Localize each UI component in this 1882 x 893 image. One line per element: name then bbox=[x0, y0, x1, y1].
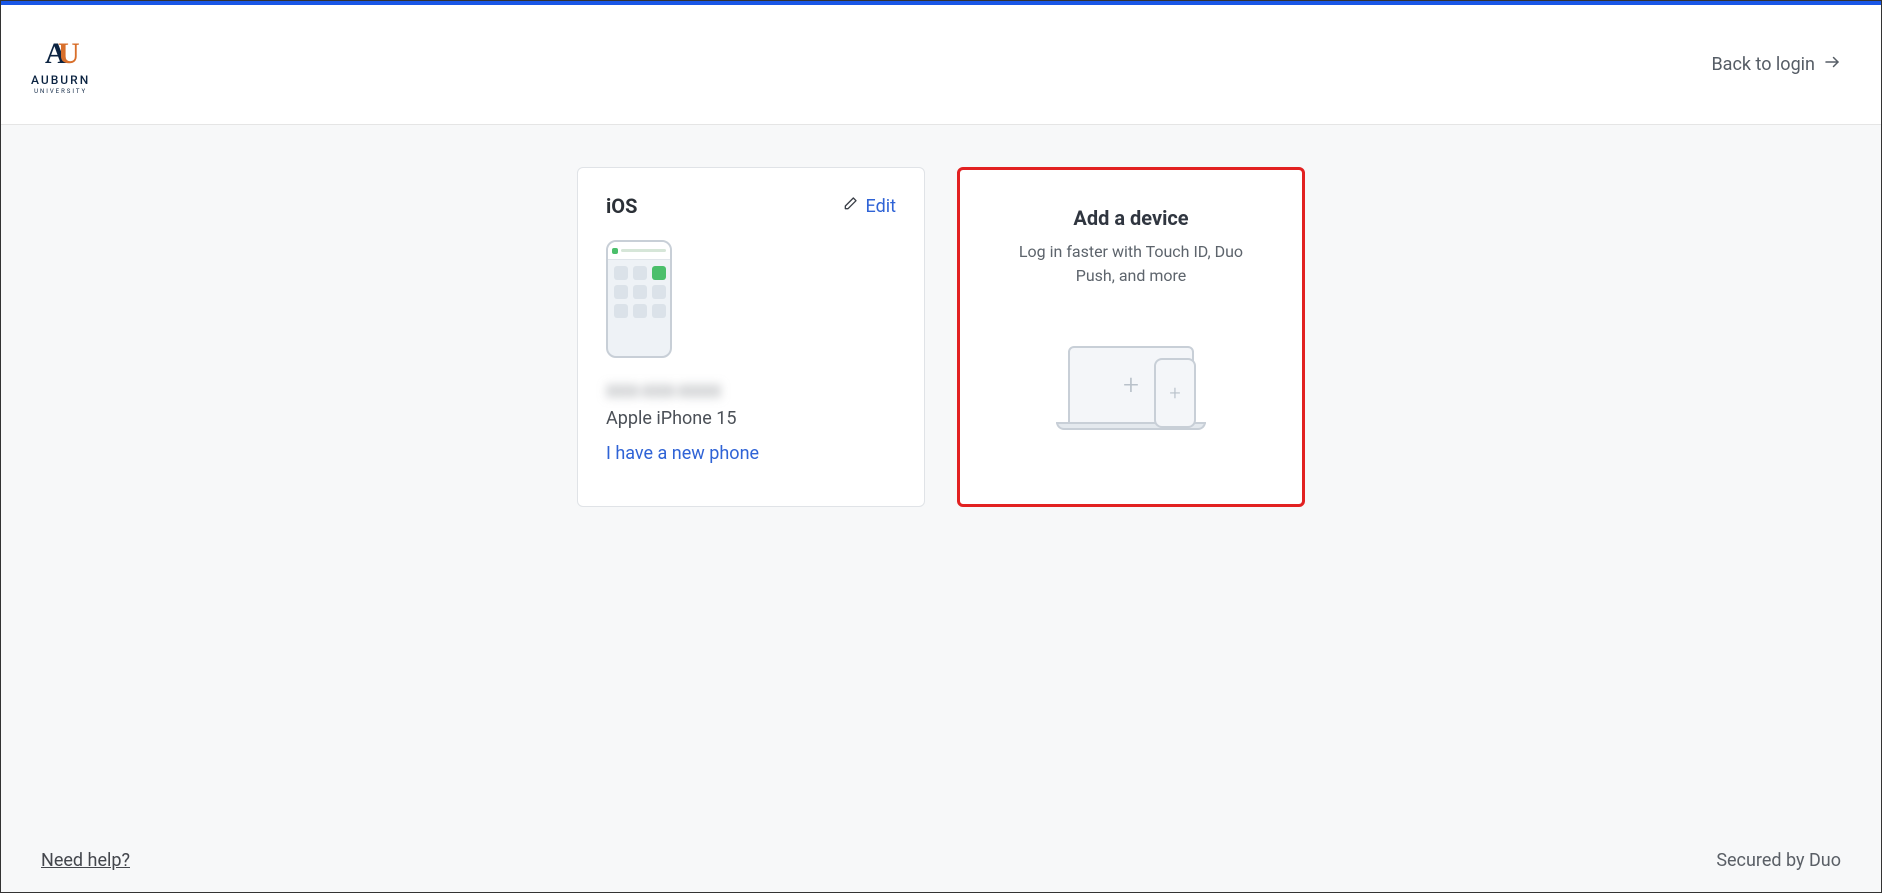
arrow-right-icon bbox=[1823, 53, 1841, 76]
main-area: iOS Edit bbox=[1, 125, 1881, 892]
phone-illustration bbox=[606, 240, 672, 358]
plus-icon: + bbox=[1123, 371, 1139, 399]
header: A U AUBURN UNIVERSITY Back to login bbox=[1, 5, 1881, 125]
org-logo-mark: A U bbox=[41, 35, 81, 69]
back-to-login-link[interactable]: Back to login bbox=[1711, 53, 1841, 76]
device-phone-number: XXX-XXX-XXXX bbox=[606, 382, 896, 402]
need-help-link[interactable]: Need help? bbox=[41, 850, 130, 871]
edit-device-button[interactable]: Edit bbox=[842, 196, 896, 217]
footer: Need help? Secured by Duo bbox=[1, 828, 1881, 892]
devices-illustration: + + bbox=[988, 324, 1274, 424]
app-frame: A U AUBURN UNIVERSITY Back to login iOS bbox=[0, 0, 1882, 893]
device-card: iOS Edit bbox=[577, 167, 925, 507]
org-name: AUBURN bbox=[31, 73, 90, 87]
org-subname: UNIVERSITY bbox=[34, 88, 87, 95]
cards-row: iOS Edit bbox=[1, 167, 1881, 507]
plus-icon: + bbox=[1169, 383, 1180, 403]
device-model: Apple iPhone 15 bbox=[606, 408, 896, 429]
device-platform: iOS bbox=[606, 194, 637, 218]
back-to-login-label: Back to login bbox=[1711, 54, 1815, 75]
pencil-icon bbox=[842, 196, 858, 217]
secured-by-label: Secured by Duo bbox=[1716, 850, 1841, 871]
add-device-title: Add a device bbox=[988, 206, 1274, 230]
org-logo: A U AUBURN UNIVERSITY bbox=[31, 35, 90, 95]
phone-icon: + bbox=[1154, 358, 1196, 428]
edit-label: Edit bbox=[866, 196, 896, 217]
new-phone-link[interactable]: I have a new phone bbox=[606, 443, 759, 464]
svg-text:U: U bbox=[58, 37, 79, 69]
add-device-card[interactable]: Add a device Log in faster with Touch ID… bbox=[957, 167, 1305, 507]
add-device-subtitle: Log in faster with Touch ID, Duo Push, a… bbox=[988, 240, 1274, 288]
